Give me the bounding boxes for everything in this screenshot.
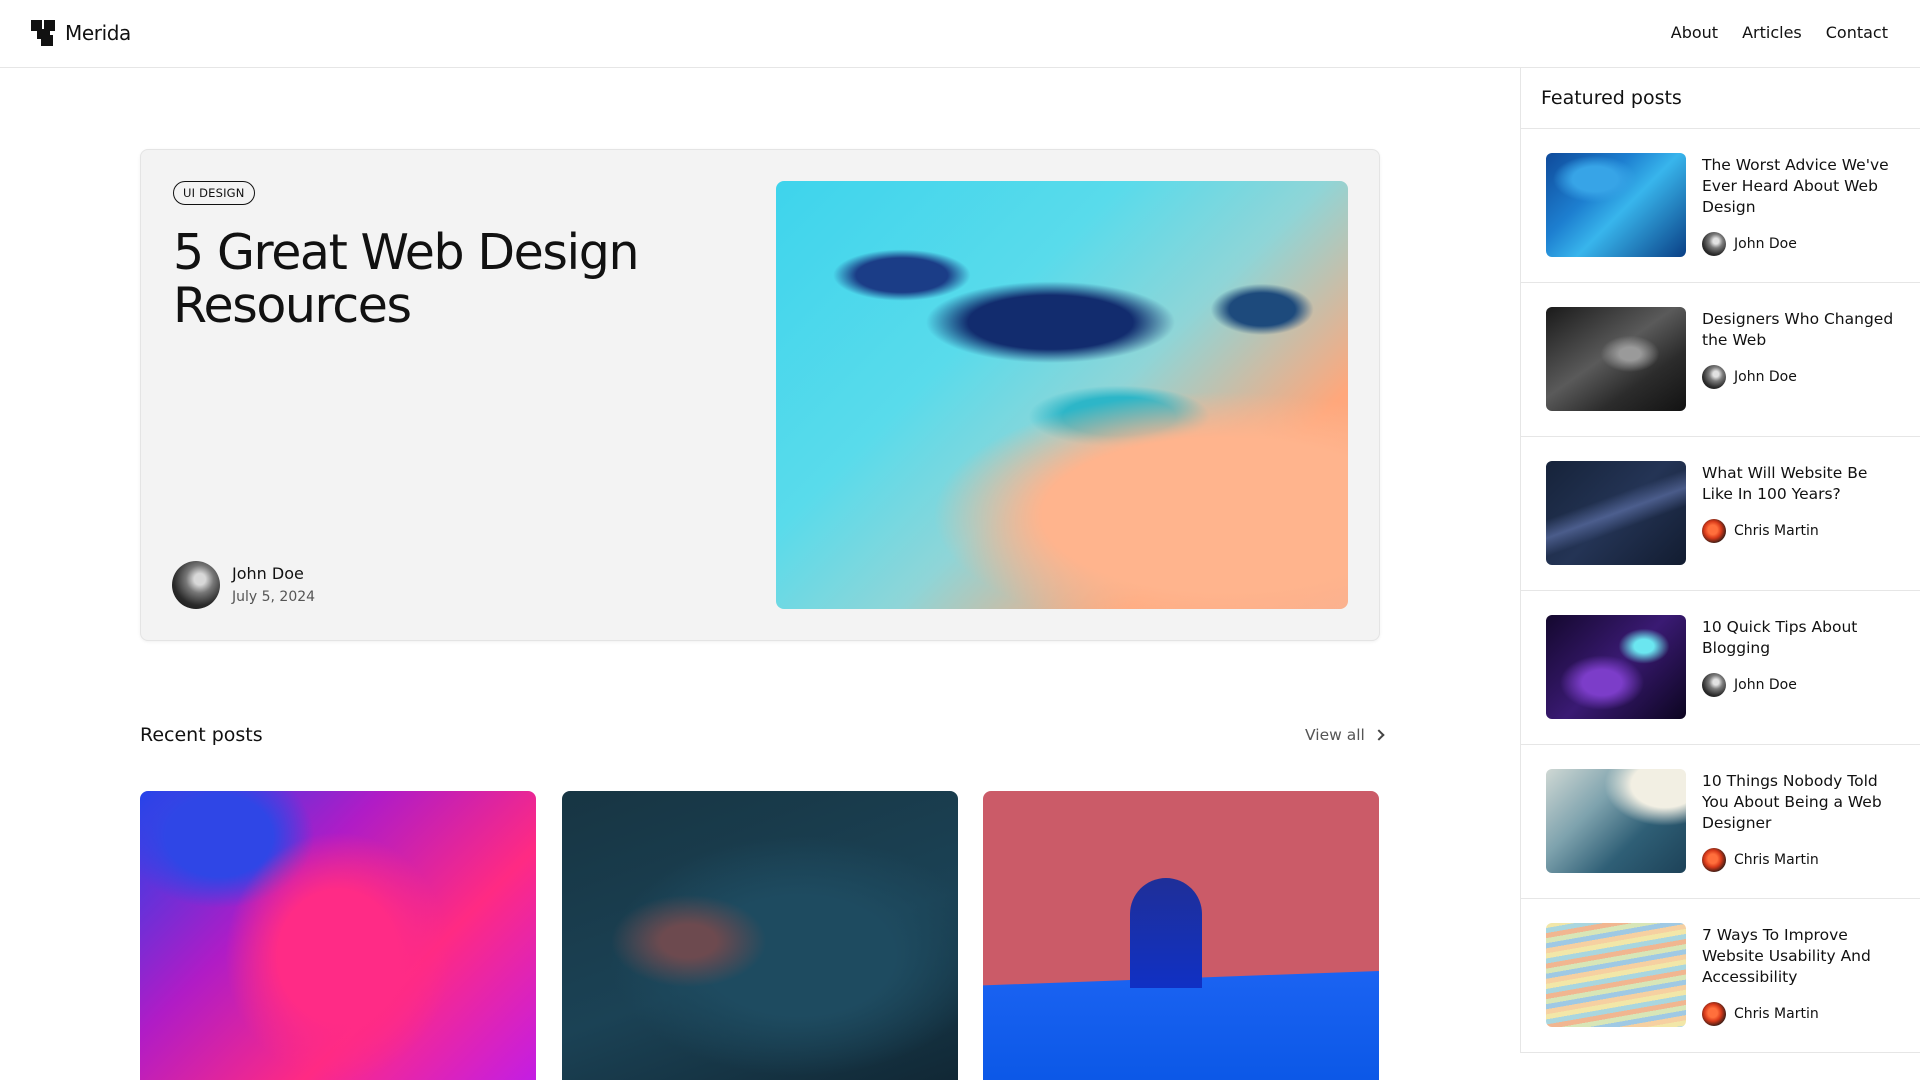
featured-author: John Doe bbox=[1702, 232, 1902, 256]
featured-title[interactable]: 7 Ways To Improve Website Usability And … bbox=[1702, 925, 1902, 988]
chevron-right-icon bbox=[1373, 729, 1385, 741]
featured-thumb-1[interactable] bbox=[1546, 153, 1686, 257]
featured-title[interactable]: Designers Who Changed the Web bbox=[1702, 309, 1902, 351]
featured-author: John Doe bbox=[1702, 365, 1902, 389]
author-avatar bbox=[1702, 365, 1726, 389]
logo-icon bbox=[31, 20, 57, 46]
featured-post-4[interactable]: 10 Quick Tips About Blogging John Doe bbox=[1521, 591, 1920, 745]
nav-articles[interactable]: Articles bbox=[1742, 23, 1802, 42]
featured-author: John Doe bbox=[1702, 673, 1902, 697]
hero-author: John Doe July 5, 2024 bbox=[172, 561, 315, 609]
featured-post-1[interactable]: The Worst Advice We've Ever Heard About … bbox=[1521, 129, 1920, 283]
featured-title[interactable]: The Worst Advice We've Ever Heard About … bbox=[1702, 155, 1902, 218]
post-date: July 5, 2024 bbox=[232, 588, 316, 605]
author-name: John Doe bbox=[232, 563, 304, 583]
recent-post-card-1[interactable] bbox=[140, 791, 536, 1080]
featured-thumb-3[interactable] bbox=[1546, 461, 1686, 565]
featured-posts-heading: Featured posts bbox=[1521, 68, 1920, 129]
featured-author: Chris Martin bbox=[1702, 519, 1902, 543]
view-all-label: View all bbox=[1305, 726, 1365, 744]
featured-title[interactable]: What Will Website Be Like In 100 Years? bbox=[1702, 463, 1902, 505]
featured-title[interactable]: 10 Things Nobody Told You About Being a … bbox=[1702, 771, 1902, 834]
view-all-link[interactable]: View all bbox=[1305, 726, 1385, 744]
author-name: John Doe bbox=[1734, 677, 1797, 693]
nav-contact[interactable]: Contact bbox=[1826, 23, 1888, 42]
featured-title[interactable]: 10 Quick Tips About Blogging bbox=[1702, 617, 1902, 659]
author-name: Chris Martin bbox=[1734, 852, 1819, 868]
main-content: UI DESIGN 5 Great Web Design Resources J… bbox=[0, 68, 1520, 1080]
featured-author: Chris Martin bbox=[1702, 1002, 1902, 1026]
featured-post-3[interactable]: What Will Website Be Like In 100 Years? … bbox=[1521, 437, 1920, 591]
nav-about[interactable]: About bbox=[1671, 23, 1718, 42]
author-avatar bbox=[1702, 232, 1726, 256]
recent-post-card-3[interactable] bbox=[983, 791, 1379, 1080]
featured-post-2[interactable]: Designers Who Changed the Web John Doe bbox=[1521, 283, 1920, 437]
featured-thumb-2[interactable] bbox=[1546, 307, 1686, 411]
featured-author: Chris Martin bbox=[1702, 848, 1902, 872]
featured-post-6[interactable]: 7 Ways To Improve Website Usability And … bbox=[1521, 899, 1920, 1053]
recent-posts-heading: Recent posts bbox=[140, 724, 263, 746]
category-tag[interactable]: UI DESIGN bbox=[173, 181, 255, 205]
brand-logo-link[interactable]: Merida bbox=[31, 20, 131, 46]
top-navigation-bar: Merida About Articles Contact bbox=[0, 0, 1920, 68]
author-avatar bbox=[1702, 519, 1726, 543]
author-avatar bbox=[1702, 1002, 1726, 1026]
hero-post-card[interactable]: UI DESIGN 5 Great Web Design Resources J… bbox=[140, 149, 1380, 641]
featured-posts-sidebar: Featured posts The Worst Advice We've Ev… bbox=[1520, 68, 1920, 1053]
recent-post-card-2[interactable] bbox=[562, 791, 958, 1080]
scene-arch bbox=[1130, 878, 1202, 988]
author-name: Chris Martin bbox=[1734, 523, 1819, 539]
author-name: Chris Martin bbox=[1734, 1006, 1819, 1022]
featured-post-5[interactable]: 10 Things Nobody Told You About Being a … bbox=[1521, 745, 1920, 899]
author-name: John Doe bbox=[1734, 236, 1797, 252]
featured-thumb-5[interactable] bbox=[1546, 769, 1686, 873]
hero-image[interactable] bbox=[776, 181, 1348, 609]
author-avatar bbox=[1702, 848, 1726, 872]
hero-post-title[interactable]: 5 Great Web Design Resources bbox=[173, 226, 693, 332]
featured-thumb-4[interactable] bbox=[1546, 615, 1686, 719]
brand-name: Merida bbox=[65, 21, 131, 45]
main-nav: About Articles Contact bbox=[1671, 23, 1888, 42]
featured-thumb-6[interactable] bbox=[1546, 923, 1686, 1027]
author-name: John Doe bbox=[1734, 369, 1797, 385]
author-avatar bbox=[1702, 673, 1726, 697]
author-avatar bbox=[172, 561, 220, 609]
